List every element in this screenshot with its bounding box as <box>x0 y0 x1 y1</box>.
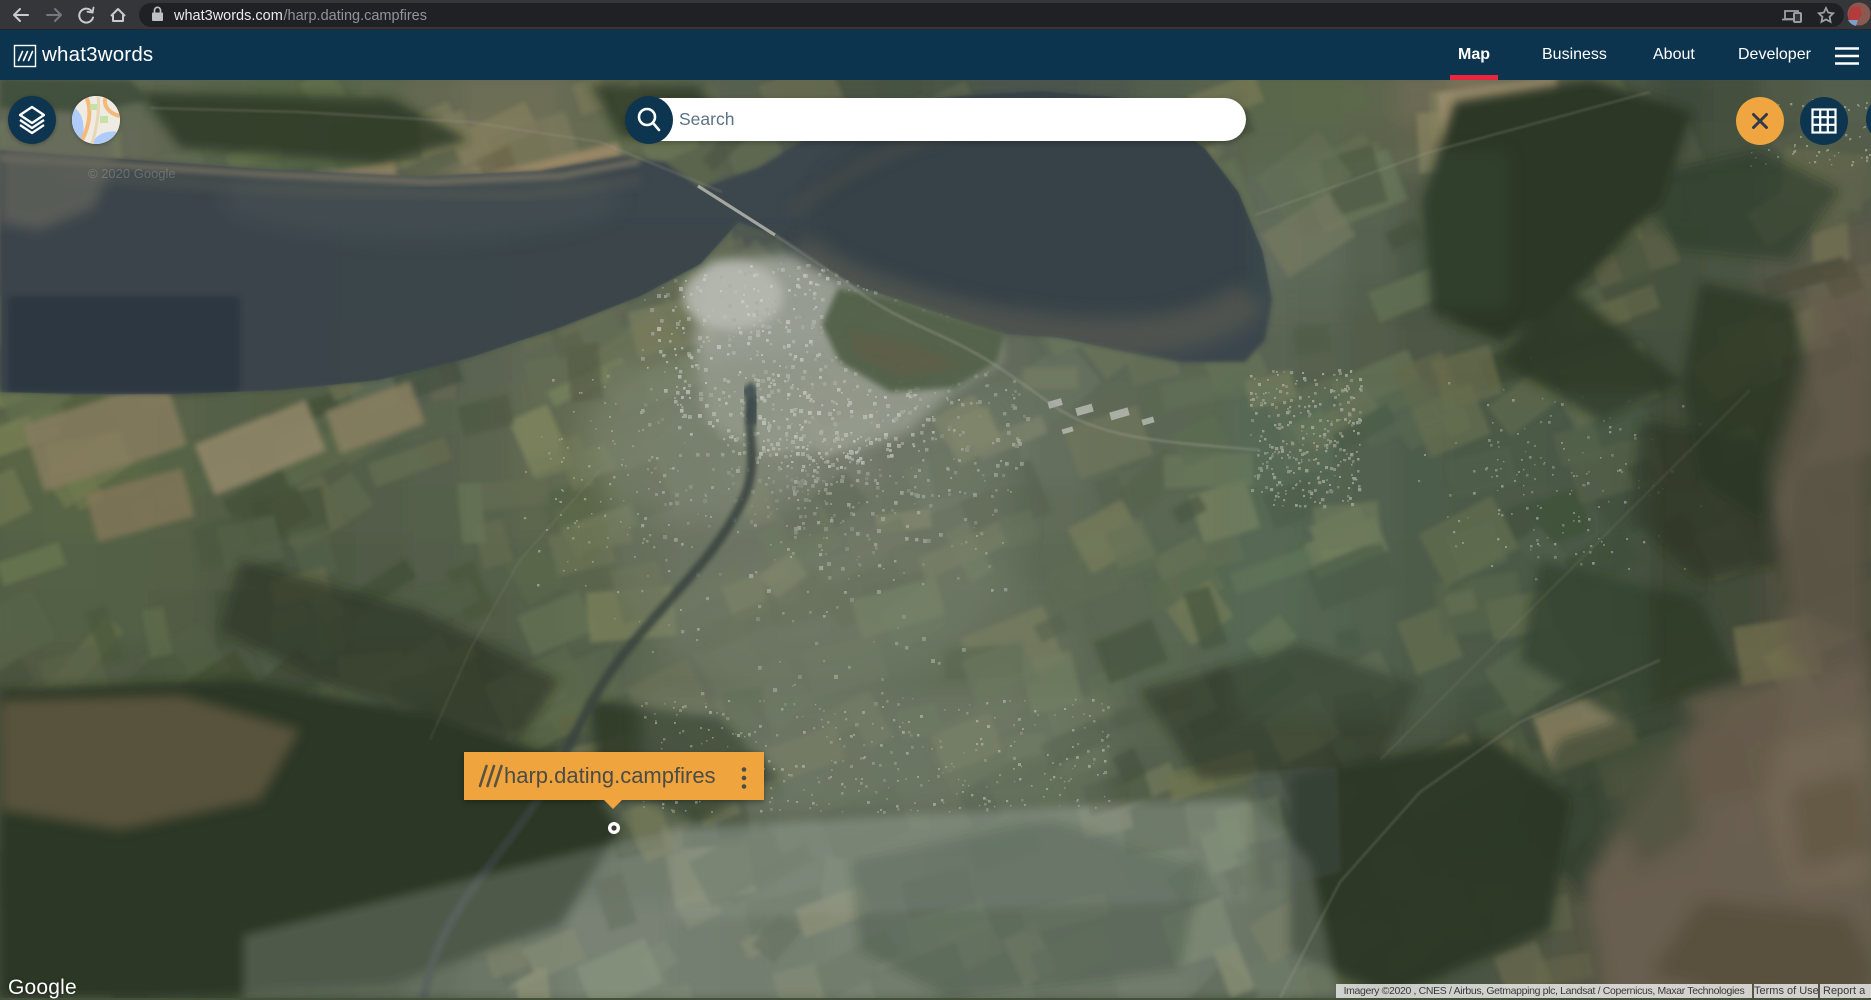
svg-text:/harp.dating.campfires: /harp.dating.campfires <box>284 8 427 24</box>
svg-text:what3words.com: what3words.com <box>173 8 283 24</box>
